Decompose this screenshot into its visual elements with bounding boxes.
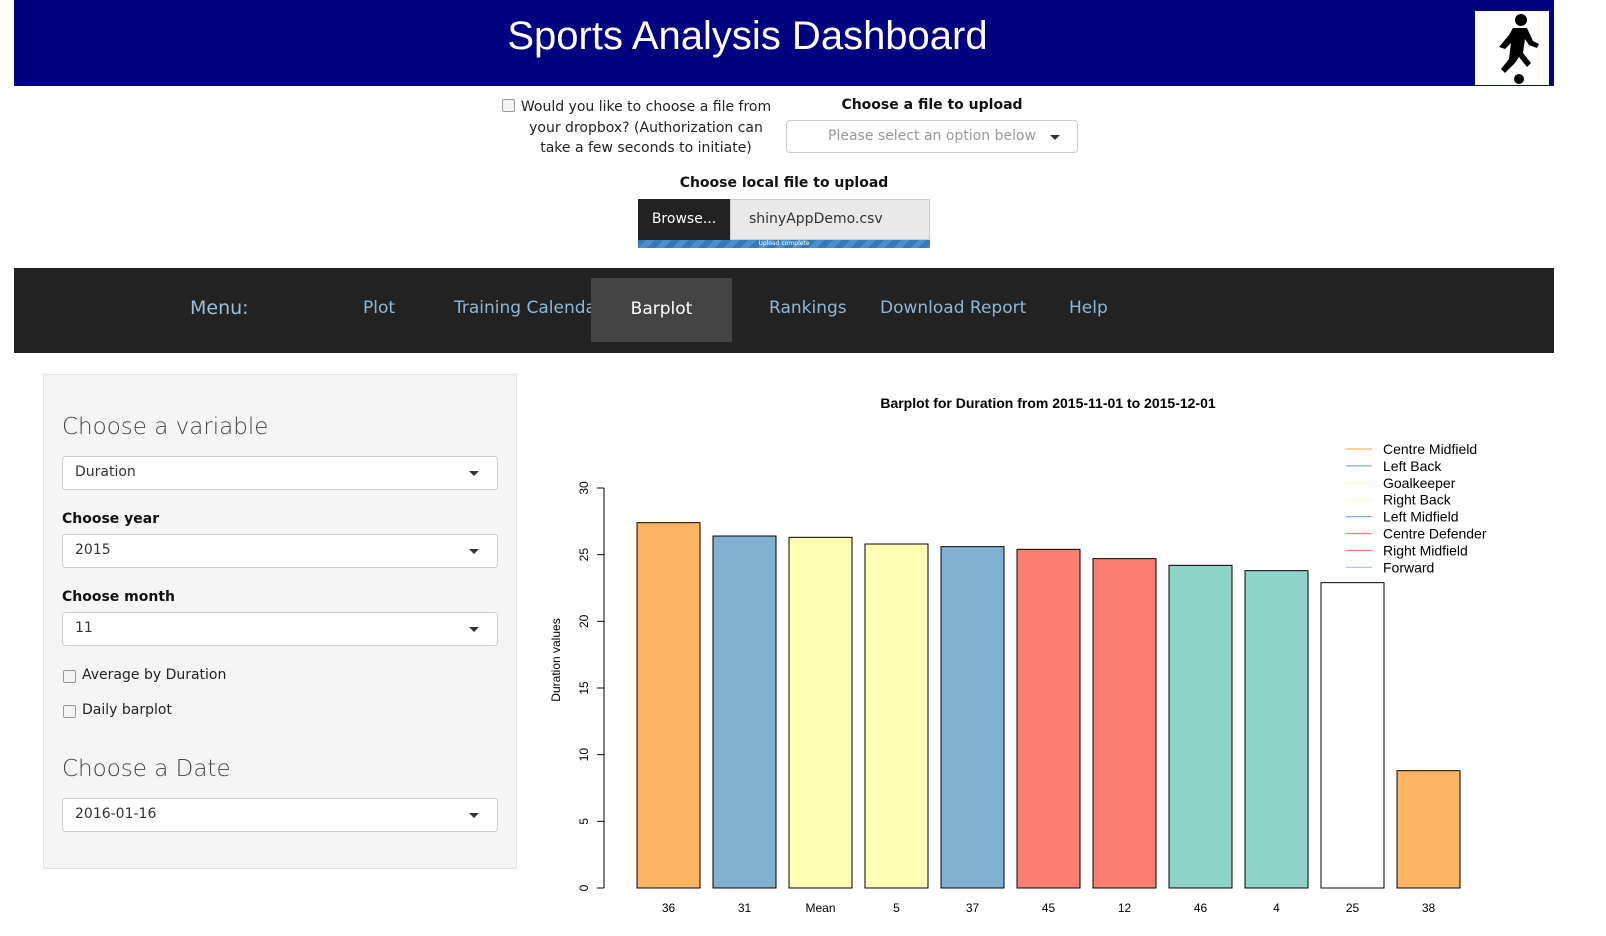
y-tick-label: 10: [577, 748, 591, 762]
y-tick-label: 25: [577, 548, 591, 562]
x-tick-label: Mean: [805, 901, 835, 915]
duration-barplot: Barplot for Duration from 2015-11-01 to …: [549, 395, 1487, 915]
variable-heading: Choose a variable: [62, 414, 269, 440]
tab-barplot[interactable]: Barplot: [591, 278, 732, 342]
chevron-down-icon: [469, 549, 479, 554]
bar-5: [864, 543, 929, 889]
bar-31: [712, 535, 777, 889]
y-tick-label: 15: [577, 681, 591, 695]
y-tick-label: 0: [577, 884, 591, 891]
legend-label: Forward: [1383, 559, 1434, 575]
bar-45: [1016, 548, 1081, 889]
x-tick-label: 45: [1042, 901, 1056, 915]
x-tick-label: 12: [1118, 901, 1132, 915]
x-tick-label: 5: [893, 901, 900, 915]
bar-4: [1244, 570, 1309, 889]
choose-file-label: Choose a file to upload: [841, 97, 1023, 113]
file-name-field: shinyAppDemo.csv: [730, 199, 930, 240]
daily-barplot-label: Daily barplot: [82, 702, 172, 718]
y-tick-label: 30: [577, 481, 591, 495]
month-select-value: 11: [75, 620, 93, 636]
upload-progress-bar: Upload complete: [638, 240, 930, 248]
bar-36: [636, 522, 701, 889]
legend-label: Centre Midfield: [1383, 441, 1477, 457]
tab-plot[interactable]: Plot: [363, 268, 395, 353]
browse-button[interactable]: Browse...: [638, 199, 730, 240]
chart-title: Barplot for Duration from 2015-11-01 to …: [880, 395, 1216, 411]
year-label: Choose year: [62, 511, 160, 527]
legend-label: Goalkeeper: [1383, 475, 1456, 491]
legend-label: Right Back: [1383, 492, 1452, 508]
variable-select[interactable]: Duration: [62, 456, 498, 490]
x-tick-label: 4: [1273, 901, 1280, 915]
football-player-icon: [1475, 11, 1549, 85]
x-tick-label: 31: [738, 901, 752, 915]
average-checkbox[interactable]: [63, 670, 76, 683]
legend-label: Left Back: [1383, 458, 1442, 474]
date-select[interactable]: 2016-01-16: [62, 798, 498, 832]
x-tick-label: 38: [1422, 901, 1436, 915]
month-select[interactable]: 11: [62, 612, 498, 646]
tab-training-calendar[interactable]: Training Calendar: [454, 268, 603, 353]
y-tick-label: 5: [577, 818, 591, 825]
year-select-value: 2015: [75, 542, 111, 558]
x-tick-label: 37: [966, 901, 980, 915]
local-file-label: Choose local file to upload: [679, 175, 889, 191]
bar-Mean: [788, 536, 853, 889]
average-checkbox-label: Average by Duration: [82, 667, 227, 683]
x-tick-label: 25: [1346, 901, 1360, 915]
bar-37: [940, 546, 1005, 889]
x-tick-label: 46: [1194, 901, 1208, 915]
chevron-down-icon: [469, 813, 479, 818]
main-navbar: Menu: Plot Training Calendar Barplot Ran…: [14, 268, 1554, 353]
tab-download-report[interactable]: Download Report: [880, 268, 1026, 353]
daily-barplot-checkbox[interactable]: [63, 705, 76, 718]
legend-label: Centre Defender: [1383, 526, 1487, 542]
chevron-down-icon: [469, 471, 479, 476]
year-select[interactable]: 2015: [62, 534, 498, 568]
legend-label: Left Midfield: [1383, 509, 1458, 525]
variable-select-value: Duration: [75, 464, 136, 480]
app-title: Sports Analysis Dashboard: [507, 14, 988, 58]
app-header: Sports Analysis Dashboard: [14, 0, 1554, 86]
chevron-down-icon: [1050, 135, 1060, 140]
sidebar-panel: Choose a variable Duration Choose year 2…: [43, 374, 517, 869]
legend-label: Right Midfield: [1383, 542, 1468, 558]
tab-rankings[interactable]: Rankings: [769, 268, 847, 353]
x-tick-label: 36: [662, 901, 676, 915]
bar-38: [1396, 770, 1461, 889]
dropbox-checkbox[interactable]: [502, 99, 515, 112]
dropbox-checkbox-label: Would you like to choose a file from you…: [520, 99, 772, 156]
date-select-value: 2016-01-16: [75, 806, 157, 822]
y-axis-label: Duration values: [549, 618, 563, 701]
dropbox-file-select[interactable]: Please select an option below: [786, 120, 1078, 153]
bar-25: [1320, 582, 1385, 889]
bar-12: [1092, 558, 1157, 889]
date-heading: Choose a Date: [62, 756, 231, 782]
y-tick-label: 20: [577, 614, 591, 628]
bar-46: [1168, 564, 1233, 889]
menu-label: Menu:: [190, 297, 249, 319]
chevron-down-icon: [469, 627, 479, 632]
dropbox-file-placeholder: Please select an option below: [828, 128, 1036, 144]
tab-help[interactable]: Help: [1069, 268, 1108, 353]
month-label: Choose month: [62, 589, 176, 605]
